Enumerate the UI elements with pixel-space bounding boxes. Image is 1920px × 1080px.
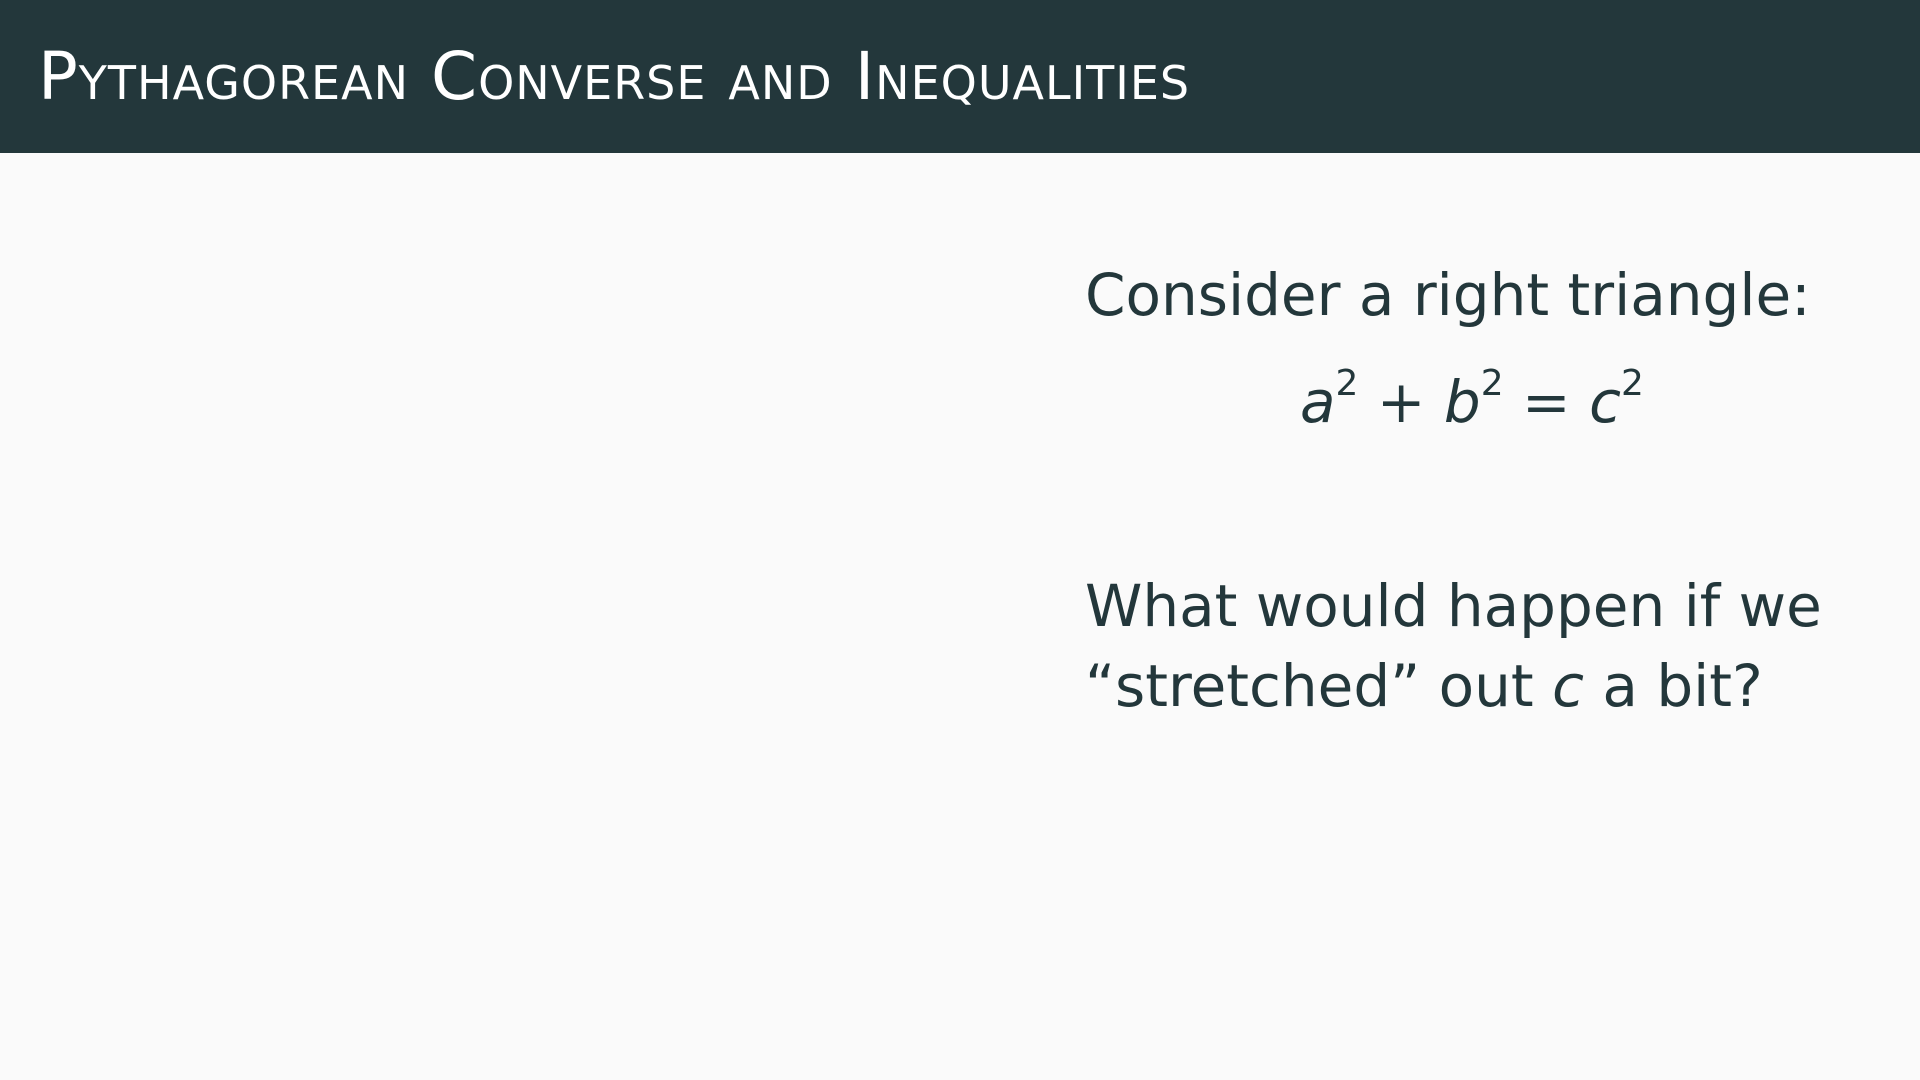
slide-title: Pythagorean Converse and Inequalities <box>38 37 1191 115</box>
slide: Pythagorean Converse and Inequalities Co… <box>0 0 1920 1080</box>
equation-var-b: b <box>1443 368 1481 436</box>
equation-var-a: a <box>1300 368 1336 436</box>
equation-exp-c: 2 <box>1620 363 1644 405</box>
intro-text: Consider a right triangle: <box>1085 261 1811 329</box>
question-line-2: “stretched” out c a bit? <box>1085 646 1822 726</box>
equation-plus: + <box>1376 368 1426 436</box>
question-var-c: c <box>1552 652 1584 720</box>
equation-equals: = <box>1522 368 1571 436</box>
intro-block: Consider a right triangle: <box>1085 255 1885 335</box>
question-line-2-after: a bit? <box>1583 652 1763 720</box>
equation-exp-a: 2 <box>1335 363 1359 405</box>
title-bar: Pythagorean Converse and Inequalities <box>0 0 1920 153</box>
question-block: What would happen if we “stretched” out … <box>1085 566 1822 726</box>
equation-var-c: c <box>1589 368 1621 436</box>
equation-exp-b: 2 <box>1480 363 1504 405</box>
pythagorean-equation: a2 + b2 = c2 <box>1300 362 1644 442</box>
question-line-1: What would happen if we <box>1085 572 1822 640</box>
question-line-2-before: “stretched” out <box>1085 652 1553 720</box>
